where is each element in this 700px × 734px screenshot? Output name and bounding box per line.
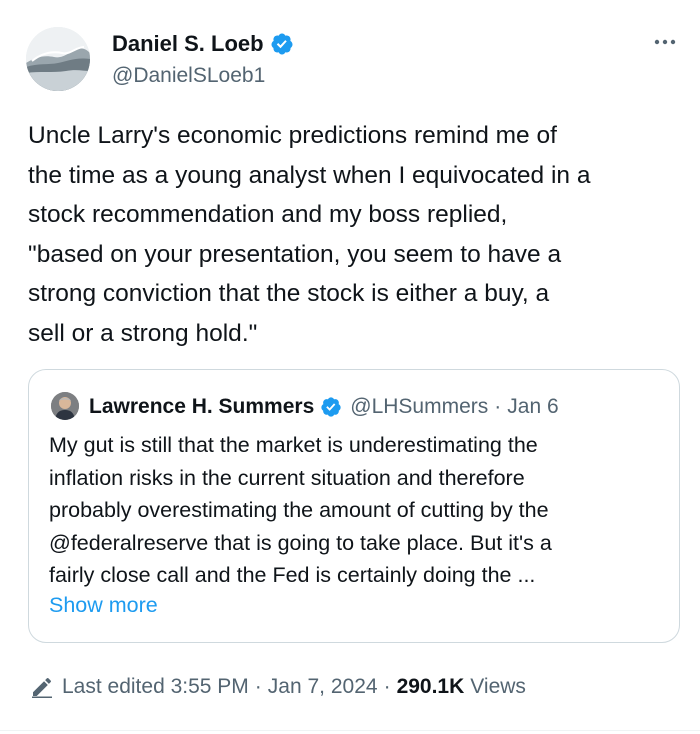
quoted-tweet-card[interactable]: Lawrence H. Summers @LHSummers · Jan 6 M… — [28, 369, 680, 643]
author-name-row: Daniel S. Loeb — [112, 30, 294, 58]
views-label: Views — [470, 675, 526, 698]
more-dots-icon — [654, 39, 676, 45]
edited-timestamp[interactable]: Last edited 3:55 PM — [62, 675, 249, 699]
views-count: 290.1K — [396, 675, 465, 698]
show-more-link[interactable]: Show more — [49, 593, 158, 618]
quoted-header: Lawrence H. Summers @LHSummers · Jan 6 — [89, 392, 559, 422]
divider — [0, 730, 700, 731]
quoted-author-handle[interactable]: @LHSummers — [350, 395, 488, 419]
quoted-date[interactable]: Jan 6 — [507, 395, 558, 419]
wave-avatar-icon — [26, 27, 90, 91]
quoted-tweet-text: My gut is still that the market is under… — [49, 433, 552, 587]
more-options-button[interactable] — [650, 30, 680, 54]
tweet: Daniel S. Loeb @DanielSLoeb1 Uncle Larry… — [0, 0, 700, 734]
author-name[interactable]: Daniel S. Loeb — [112, 31, 264, 57]
author-avatar[interactable] — [26, 27, 90, 91]
separator-dot: · — [254, 675, 262, 698]
tweet-text: Uncle Larry's economic predictions remin… — [28, 122, 591, 347]
separator-dot: · — [494, 395, 502, 418]
post-date[interactable]: Jan 7, 2024 — [268, 675, 378, 699]
separator-dot: · — [383, 675, 391, 698]
portrait-avatar-icon — [51, 392, 79, 420]
verified-badge-icon — [271, 33, 293, 55]
quoted-author-name[interactable]: Lawrence H. Summers — [89, 395, 314, 419]
pencil-icon — [32, 677, 52, 698]
quoted-author-avatar[interactable] — [51, 392, 79, 420]
verified-badge-icon — [321, 397, 341, 417]
author-handle[interactable]: @DanielSLoeb1 — [112, 64, 265, 88]
tweet-meta: Last edited 3:55 PM · Jan 7, 2024 · 290.… — [30, 672, 526, 702]
